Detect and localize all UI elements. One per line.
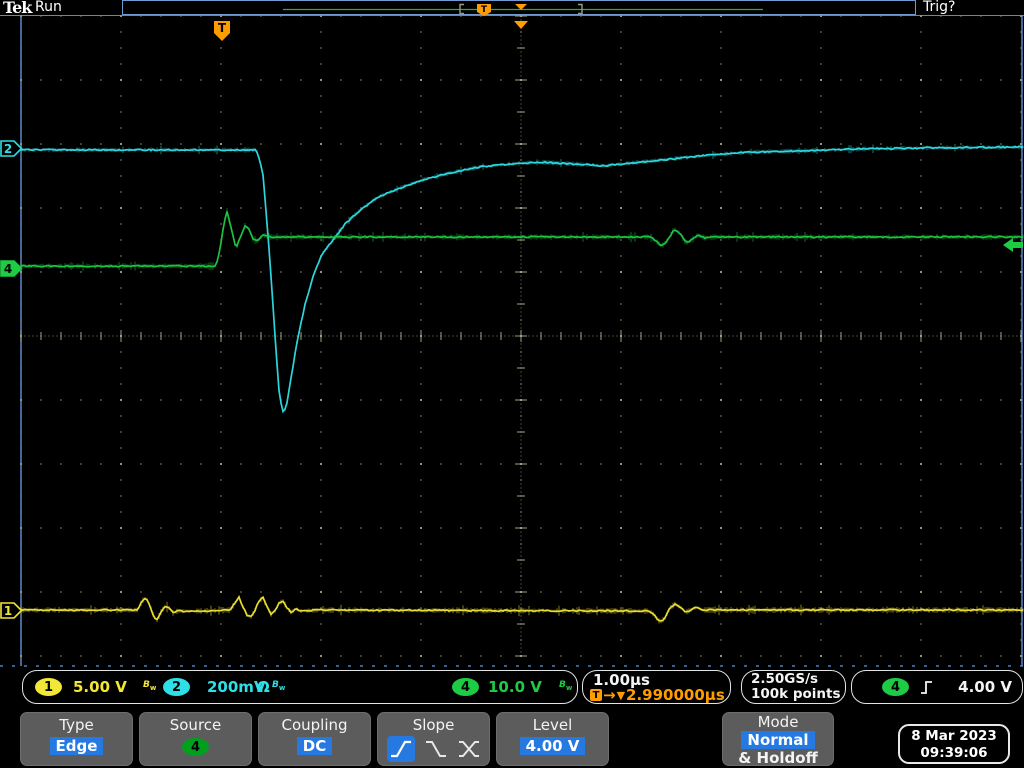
trigger-readout-box: 4 4.00 V <box>851 670 1023 704</box>
level-label: Level <box>532 716 573 734</box>
menu-button-source[interactable]: Source 4 <box>139 712 252 766</box>
trigger-status: Trig? <box>923 0 956 15</box>
arrow-right-icon: → <box>603 686 616 704</box>
expansion-point-arrow[interactable] <box>514 15 529 34</box>
trigger-t-icon: T <box>590 689 602 701</box>
left-arrow-icon <box>1003 238 1023 252</box>
oscilloscope-screen: Tek Run T Trig? T 2 4 1 1 5.00 V Bw 2 20… <box>0 0 1024 768</box>
ch2-bandwidth-badge: Bw <box>272 680 285 692</box>
ch4-bandwidth-badge: Bw <box>559 680 572 692</box>
bw-b: B <box>559 680 566 690</box>
coupling-value: DC <box>296 737 333 755</box>
bw-b: B <box>143 680 150 690</box>
bw-w: w <box>565 683 573 692</box>
menu-button-level[interactable]: Level 4.00 V <box>496 712 609 766</box>
date-value: 8 Mar 2023 <box>911 728 997 744</box>
mode-value: Normal <box>741 731 815 749</box>
ch1-scale: 5.00 V <box>73 678 127 696</box>
record-trigger-label: T <box>481 5 488 15</box>
source-label: Source <box>169 716 222 734</box>
slope-label: Slope <box>412 716 455 734</box>
time-value: 09:39:06 <box>920 745 988 761</box>
falling-slope-icon[interactable] <box>424 737 448 761</box>
trigger-source-badge: 4 <box>882 678 909 696</box>
down-triangle-icon: ▼ <box>616 688 626 702</box>
waveform-display <box>0 14 1024 667</box>
marker-label: 1 <box>4 604 12 618</box>
bw-b: B <box>272 680 279 690</box>
delay-value: 2.990000µs <box>626 686 725 704</box>
sample-rate: 2.50GS/s <box>751 671 819 687</box>
either-slope-icon[interactable] <box>457 737 481 761</box>
source-channel-badge: 4 <box>182 738 209 756</box>
channel-readouts-box: 1 5.00 V Bw 2 200mV Ω Bw 4 10.0 V Bw <box>22 670 578 704</box>
level-value: 4.00 V <box>519 737 586 755</box>
marker-label: 2 <box>4 142 12 156</box>
type-value: Edge <box>49 737 104 755</box>
type-label: Type <box>59 716 94 734</box>
record-view-bar[interactable]: T <box>122 0 916 16</box>
coupling-label: Coupling <box>281 716 348 734</box>
trigger-flag-label: T <box>218 21 227 35</box>
menu-button-slope[interactable]: Slope <box>377 712 490 766</box>
rising-slope-icon <box>390 740 411 758</box>
channel1-position-marker[interactable]: 1 <box>0 602 23 623</box>
ch4-badge: 4 <box>452 678 479 696</box>
trigger-position-flag[interactable]: T <box>213 20 232 47</box>
bw-w: w <box>149 683 157 692</box>
slope-rising-option[interactable] <box>386 736 415 762</box>
acquisition-readout-box: 2.50GS/s 100k points <box>741 670 846 704</box>
timebase-readout-box: 1.00µs T → ▼ 2.990000µs <box>582 670 731 704</box>
mode-value2: & Holdoff <box>738 749 818 767</box>
datetime-display: 8 Mar 2023 09:39:06 <box>898 724 1010 764</box>
trigger-level-marker[interactable] <box>1002 237 1024 257</box>
ch1-bandwidth-badge: Bw <box>143 680 156 692</box>
menu-button-coupling[interactable]: Coupling DC <box>258 712 371 766</box>
mode-label: Mode <box>757 713 799 731</box>
bottom-menu-bar: Type Edge Source 4 Coupling DC Slope Lev… <box>0 712 1024 768</box>
down-triangle-icon <box>514 21 528 29</box>
menu-button-mode[interactable]: Mode Normal & Holdoff <box>722 712 834 767</box>
marker-label: 4 <box>4 262 12 276</box>
ch2-impedance: Ω <box>257 678 270 696</box>
top-status-bar: Tek Run T Trig? <box>0 0 1024 17</box>
ch1-badge: 1 <box>35 678 62 696</box>
channel4-position-marker[interactable]: 4 <box>0 260 23 281</box>
tek-logo: Tek <box>3 0 32 17</box>
rising-edge-icon <box>921 681 932 694</box>
ch4-scale: 10.0 V <box>488 678 542 696</box>
ch2-badge: 2 <box>163 678 190 696</box>
timebase-delay: T → ▼ 2.990000µs <box>590 686 725 704</box>
trigger-level-value: 4.00 V <box>958 678 1012 696</box>
menu-button-type[interactable]: Type Edge <box>20 712 133 766</box>
bw-w: w <box>278 683 286 692</box>
record-length: 100k points <box>751 686 841 702</box>
readout-bar: 1 5.00 V Bw 2 200mV Ω Bw 4 10.0 V Bw 1.0… <box>0 668 1024 708</box>
acquisition-status: Run <box>35 0 62 15</box>
channel2-position-marker[interactable]: 2 <box>0 140 23 161</box>
